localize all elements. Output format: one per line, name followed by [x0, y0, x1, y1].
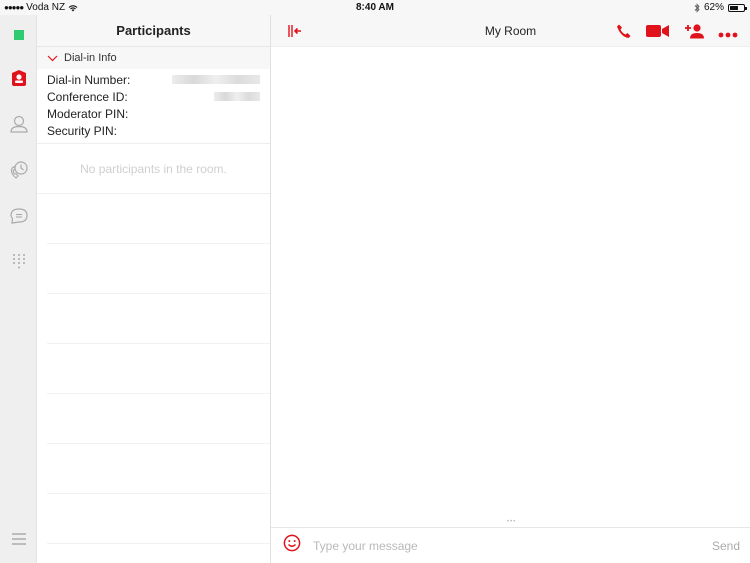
list-row — [47, 444, 270, 494]
moderator-pin-label: Moderator PIN: — [47, 106, 129, 121]
menu-button[interactable] — [0, 524, 37, 554]
battery-percent: 62% — [703, 2, 724, 13]
more-options-button[interactable] — [718, 25, 738, 43]
nav-rail — [0, 15, 37, 563]
status-bar: ●●●●● Voda NZ 8:40 AM 62% — [0, 0, 750, 15]
nav-item-chat[interactable] — [0, 201, 37, 231]
dial-in-number-row: Dial-in Number: — [47, 71, 260, 88]
chevron-down-icon — [47, 55, 58, 61]
call-button[interactable] — [616, 23, 632, 44]
smiley-icon — [283, 534, 301, 552]
security-pin-label: Security PIN: — [47, 123, 118, 138]
phone-icon — [617, 24, 631, 38]
nav-item-rooms[interactable] — [0, 63, 37, 93]
dial-in-number-value — [172, 75, 260, 84]
dialpad-icon — [12, 254, 25, 269]
send-button[interactable]: Send — [712, 539, 740, 553]
dial-in-toggle[interactable]: Dial-in Info — [37, 47, 270, 69]
nav-item-contacts[interactable] — [0, 109, 37, 139]
list-row — [47, 194, 270, 244]
hamburger-icon — [11, 533, 26, 545]
nav-item-dialpad[interactable] — [0, 247, 37, 277]
participants-title: Participants — [37, 15, 270, 47]
list-row — [47, 494, 270, 544]
more-dots-icon — [718, 32, 738, 37]
video-button[interactable] — [646, 24, 670, 43]
list-row — [47, 244, 270, 294]
video-camera-icon — [646, 25, 669, 37]
my-room-icon — [11, 70, 26, 86]
add-person-icon — [685, 24, 704, 39]
conference-id-row: Conference ID: — [47, 88, 260, 105]
security-pin-row: Security PIN: — [47, 122, 260, 139]
clock: 8:40 AM — [356, 2, 394, 13]
chat-header: My Room — [271, 15, 750, 47]
add-participant-button[interactable] — [684, 23, 704, 44]
nav-item-call-history[interactable] — [0, 155, 37, 185]
participants-panel: Participants Dial-in Info Dial-in Number… — [37, 15, 271, 563]
chat-bubble-icon — [9, 208, 28, 224]
message-composer: Send — [271, 527, 750, 563]
presence-indicator-icon — [13, 30, 24, 40]
dial-in-info: Dial-in Number: Conference ID: Moderator… — [37, 69, 270, 144]
moderator-pin-row: Moderator PIN: — [47, 105, 260, 122]
dial-in-header: Dial-in Info — [64, 52, 117, 64]
dial-in-number-label: Dial-in Number: — [47, 72, 131, 87]
call-history-icon — [10, 161, 28, 179]
list-row — [47, 394, 270, 444]
resize-grip-icon[interactable]: ••• — [507, 519, 516, 525]
conference-id-value — [214, 92, 260, 101]
list-row — [47, 294, 270, 344]
presence-status[interactable] — [0, 20, 37, 50]
conference-id-label: Conference ID: — [47, 89, 128, 104]
person-icon — [9, 115, 28, 133]
empty-participants-text: No participants in the room. — [37, 144, 270, 194]
bluetooth-icon — [694, 2, 700, 13]
list-row — [47, 344, 270, 394]
emoji-button[interactable] — [283, 534, 301, 557]
message-input[interactable] — [313, 538, 712, 553]
chat-panel: My Room ••• Send — [271, 15, 750, 563]
battery-icon — [728, 3, 747, 12]
